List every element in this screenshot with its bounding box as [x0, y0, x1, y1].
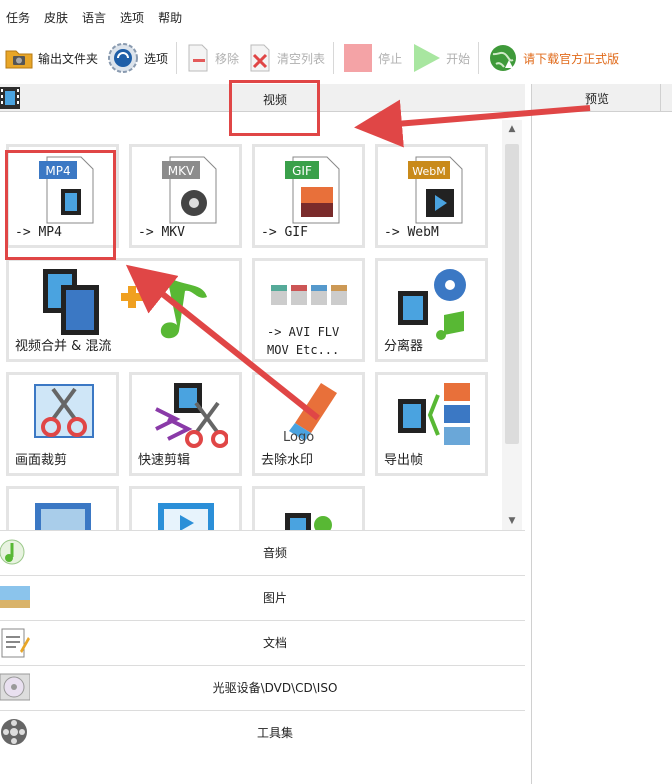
- webm-file-icon: WebM: [408, 156, 463, 224]
- film-strip-icon: [0, 87, 20, 109]
- preview-header: 预览: [531, 84, 672, 112]
- to-avi-flv-line: -> AVI FLV: [267, 325, 340, 339]
- to-webm-label: -> WebM: [384, 225, 439, 240]
- globe-icon: [490, 45, 517, 71]
- svg-text:Logo: Logo: [283, 430, 314, 445]
- category-picture-label: 图片: [262, 591, 287, 605]
- splitter-icon: [398, 269, 466, 340]
- export-frames-tile[interactable]: 导出帧: [375, 372, 488, 476]
- stop-button[interactable]: 停止: [338, 38, 406, 78]
- to-mov-etc-line: MOV Etc...: [267, 343, 340, 357]
- preview-panel: [531, 112, 672, 784]
- picture-icon: [0, 586, 30, 608]
- svg-text:MKV: MKV: [168, 164, 195, 178]
- start-button[interactable]: 开始: [406, 38, 474, 78]
- output-folder-label: 输出文件夹: [38, 51, 99, 66]
- remove-doc-icon: [188, 44, 208, 72]
- quick-cut-tile[interactable]: 快速剪辑: [129, 372, 242, 476]
- clear-list-button[interactable]: 清空列表: [243, 38, 329, 78]
- toolbar-separator: [176, 42, 178, 74]
- remove-button[interactable]: 移除: [181, 38, 243, 78]
- splitter-tile[interactable]: 分离器: [375, 258, 488, 362]
- menubar: 任务 皮肤 语言 选项 帮助: [0, 0, 672, 34]
- category-audio-label: 音频: [262, 546, 287, 560]
- toolbar-separator: [478, 42, 480, 74]
- quick-cut-label: 快速剪辑: [138, 453, 191, 468]
- scrollbar-thumb[interactable]: [505, 144, 519, 444]
- stop-icon: [344, 44, 373, 72]
- scroll-down-arrow-icon[interactable]: ▼: [502, 512, 522, 530]
- category-tools-label: 工具集: [256, 726, 293, 740]
- category-document-label: 文档: [262, 636, 287, 650]
- to-avi-flv-mov-label: -> AVI FLV MOV Etc...: [267, 323, 339, 359]
- menu-options[interactable]: 选项: [120, 9, 144, 26]
- category-document[interactable]: 文档: [0, 620, 525, 664]
- video-tool-tile[interactable]: [6, 486, 119, 532]
- category-tools[interactable]: 工具集: [0, 710, 525, 750]
- to-mkv-label: -> MKV: [138, 225, 185, 240]
- splitter-label: 分离器: [384, 339, 424, 354]
- folder-icon: [5, 50, 33, 69]
- clear-list-icon: [250, 44, 270, 72]
- toolbar-separator: [333, 42, 335, 74]
- tools-reel-icon: [1, 719, 27, 745]
- video-player-tile[interactable]: [129, 486, 242, 532]
- remove-watermark-tile[interactable]: Logo 去除水印: [252, 372, 365, 476]
- gear-icon: [108, 43, 139, 73]
- multi-format-icon: [271, 285, 347, 305]
- quick-cut-icon: [155, 383, 228, 448]
- remove-label: 移除: [215, 51, 240, 66]
- stop-label: 停止: [378, 51, 403, 66]
- category-audio[interactable]: 音频: [0, 530, 525, 574]
- to-webm-tile[interactable]: WebM -> WebM: [375, 144, 488, 248]
- output-folder-button[interactable]: 输出文件夹: [0, 38, 102, 78]
- gif-file-icon: GIF: [285, 156, 340, 224]
- category-disc-label: 光驱设备\DVD\CD\ISO: [212, 681, 338, 695]
- scroll-up-arrow-icon[interactable]: ▲: [502, 120, 522, 138]
- video-tool-icon: [35, 503, 91, 532]
- category-disc[interactable]: 光驱设备\DVD\CD\ISO: [0, 665, 525, 709]
- menu-language[interactable]: 语言: [82, 9, 106, 26]
- menu-skin[interactable]: 皮肤: [44, 9, 68, 26]
- header-divider: [660, 84, 661, 112]
- annotation-box-video-header: [229, 80, 320, 136]
- play-icon: [414, 44, 441, 72]
- start-label: 开始: [446, 51, 471, 66]
- options-button[interactable]: 选项: [102, 38, 172, 78]
- export-frames-label: 导出帧: [384, 453, 424, 468]
- to-mkv-tile[interactable]: MKV -> MKV: [129, 144, 242, 248]
- menu-task[interactable]: 任务: [6, 9, 30, 26]
- scissors-crop-icon: [34, 384, 94, 438]
- merge-mux-label: 视频合并 & 混流: [15, 339, 112, 354]
- to-gif-tile[interactable]: GIF -> GIF: [252, 144, 365, 248]
- video-edit-icon: [285, 513, 332, 532]
- toolbar: 输出文件夹 选项 移除 清空列表 停止 开始 请下载官方正式版: [0, 36, 672, 80]
- merge-mux-tile[interactable]: 视频合并 & 混流: [6, 258, 242, 362]
- disc-drive-icon: [0, 673, 30, 701]
- eraser-logo-icon: Logo: [283, 383, 337, 445]
- remove-watermark-label: 去除水印: [261, 453, 314, 468]
- to-gif-label: -> GIF: [261, 225, 308, 240]
- download-official-link[interactable]: 请下载官方正式版: [483, 38, 623, 78]
- menu-help[interactable]: 帮助: [158, 9, 182, 26]
- export-frames-icon: [398, 383, 470, 445]
- crop-tile[interactable]: 画面裁剪: [6, 372, 119, 476]
- download-official-label: 请下载官方正式版: [523, 51, 620, 66]
- clear-list-label: 清空列表: [277, 51, 326, 66]
- category-picture[interactable]: 图片: [0, 575, 525, 619]
- grid-scrollbar[interactable]: ▲ ▼: [502, 120, 522, 530]
- music-note-icon: [0, 539, 25, 565]
- options-label: 选项: [144, 51, 169, 66]
- svg-text:GIF: GIF: [292, 164, 312, 178]
- document-icon: [1, 628, 30, 658]
- video-edit-tile[interactable]: [252, 486, 365, 532]
- crop-label: 画面裁剪: [15, 453, 68, 468]
- to-avi-flv-mov-tile[interactable]: -> AVI FLV MOV Etc...: [252, 258, 365, 362]
- svg-text:WebM: WebM: [412, 165, 445, 178]
- annotation-box-mp4-tile: [5, 150, 116, 260]
- mkv-file-icon: MKV: [162, 156, 217, 224]
- video-player-icon: [158, 503, 214, 532]
- preview-title: 预览: [584, 92, 609, 106]
